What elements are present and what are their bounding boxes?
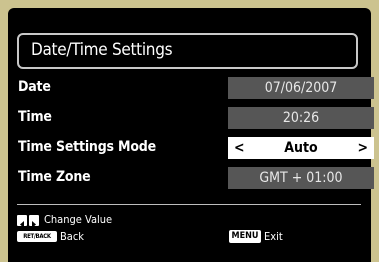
row-time-settings-mode[interactable]: Time Settings Mode < Auto >	[8, 137, 374, 159]
time-label: Time	[18, 109, 52, 125]
arrow-left-icon[interactable]: <	[234, 139, 245, 157]
left-key-icon	[17, 215, 27, 228]
right-key-icon	[29, 215, 39, 228]
row-date[interactable]: Date 07/06/2007	[8, 77, 374, 99]
time-settings-mode-selector[interactable]: < Auto >	[228, 137, 374, 159]
dialog-title: Date/Time Settings	[31, 40, 173, 60]
ret-back-key-icon: RET/BACK	[17, 231, 57, 242]
time-value[interactable]: 20:26	[228, 107, 374, 129]
change-value-hint: Change Value	[44, 213, 113, 226]
time-settings-mode-value: Auto	[284, 140, 318, 156]
title-bar: Date/Time Settings	[17, 33, 358, 69]
time-zone-label: Time Zone	[18, 169, 91, 185]
settings-panel: Date/Time Settings Date 07/06/2007 Time …	[8, 8, 374, 262]
date-value[interactable]: 07/06/2007	[228, 77, 374, 99]
menu-key-icon: MENU	[229, 230, 261, 243]
row-time[interactable]: Time 20:26	[8, 107, 374, 129]
date-label: Date	[18, 79, 51, 95]
time-settings-mode-label: Time Settings Mode	[18, 139, 156, 155]
time-zone-value[interactable]: GMT + 01:00	[228, 167, 374, 189]
divider	[17, 204, 361, 205]
row-time-zone[interactable]: Time Zone GMT + 01:00	[8, 167, 374, 189]
exit-hint: Exit	[264, 230, 283, 243]
back-hint: Back	[60, 230, 85, 243]
arrow-right-icon[interactable]: >	[357, 139, 368, 157]
